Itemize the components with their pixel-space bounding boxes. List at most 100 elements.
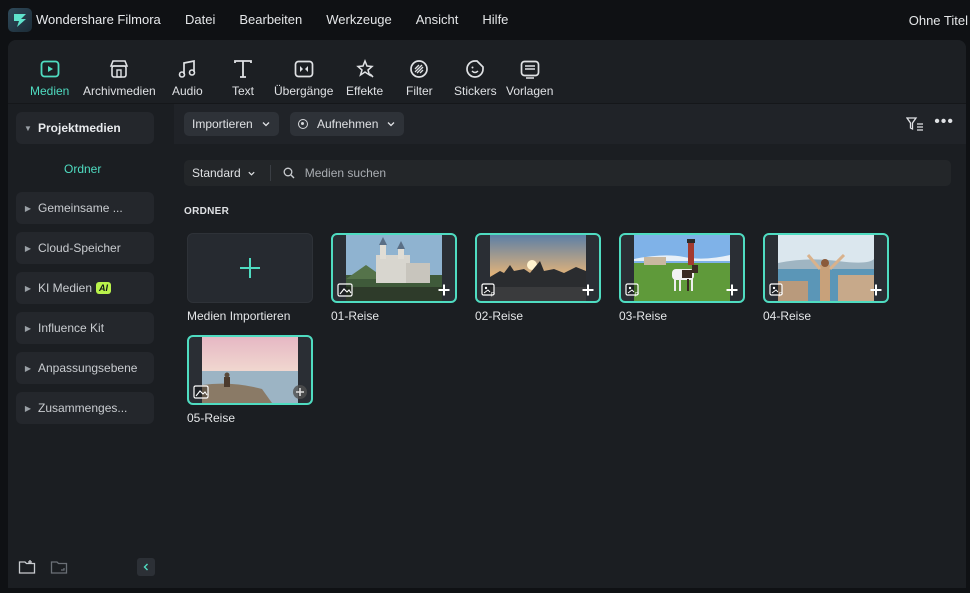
- media-thumbnail[interactable]: P: [475, 233, 601, 303]
- media-library: Importieren Aufnehmen ••• Standard ORDNE…: [174, 104, 966, 588]
- thumbnail-image: [346, 235, 442, 301]
- app-title: Wondershare Filmora: [36, 12, 161, 27]
- search-input[interactable]: [304, 166, 605, 180]
- svg-text:P: P: [491, 293, 495, 298]
- sidebar-item-anpassungsebene[interactable]: ▶ Anpassungsebene: [16, 352, 154, 384]
- text-icon: [232, 58, 254, 80]
- chevron-down-icon: [262, 122, 270, 127]
- menu-datei[interactable]: Datei: [185, 12, 215, 27]
- menu-bar: Datei Bearbeiten Werkzeuge Ansicht Hilfe: [185, 12, 532, 27]
- thumbnail-image: [634, 235, 730, 301]
- effects-icon: [354, 58, 376, 80]
- caret-right-icon: ▶: [24, 363, 32, 373]
- document-title[interactable]: Ohne Titel: [909, 13, 968, 28]
- move-folder-icon[interactable]: [50, 558, 68, 576]
- tile-label: 05-Reise: [187, 411, 236, 425]
- media-icon: [39, 58, 61, 80]
- media-thumbnail[interactable]: [187, 335, 313, 405]
- gif-image-icon: P: [625, 283, 639, 298]
- tab-medien[interactable]: Medien: [30, 58, 69, 98]
- media-toolbar: Medien Archivmedien Audio Text Übergänge: [8, 40, 966, 104]
- tile-label: 02-Reise: [475, 309, 524, 323]
- media-thumbnail[interactable]: [331, 233, 457, 303]
- sidebar-item-zusammengesetzt[interactable]: ▶ Zusammenges...: [16, 392, 154, 424]
- menu-hilfe[interactable]: Hilfe: [482, 12, 508, 27]
- media-tile[interactable]: P 02-Reise: [475, 233, 601, 323]
- add-icon[interactable]: [581, 283, 595, 297]
- tile-label: 03-Reise: [619, 309, 668, 323]
- filter-icon: [408, 58, 430, 80]
- template-icon: [519, 58, 541, 80]
- media-tile[interactable]: P 03-Reise: [619, 233, 745, 323]
- thumbnail-image: [490, 235, 586, 301]
- import-media-tile[interactable]: Medien Importieren: [187, 233, 313, 323]
- caret-right-icon: ▶: [24, 203, 32, 213]
- import-thumb[interactable]: [187, 233, 313, 303]
- menu-ansicht[interactable]: Ansicht: [416, 12, 459, 27]
- sidebar-item-projektmedien[interactable]: ▼ Projektmedien: [16, 112, 154, 144]
- filmora-logo-icon: [8, 8, 32, 32]
- sidebar: ▼ Projektmedien Ordner ▶ Gemeinsame ... …: [8, 104, 166, 588]
- tab-vorlagen[interactable]: Vorlagen: [506, 58, 553, 98]
- filter-sort-icon[interactable]: [906, 116, 924, 132]
- sticker-icon: [464, 58, 486, 80]
- image-type-icon: [337, 283, 353, 297]
- plus-icon: [240, 258, 260, 278]
- record-icon: [298, 119, 308, 129]
- image-type-icon: [193, 385, 209, 399]
- ai-badge: AI: [96, 282, 112, 294]
- store-icon: [108, 58, 130, 80]
- tile-label: 04-Reise: [763, 309, 812, 323]
- collapse-sidebar-button[interactable]: [137, 558, 155, 576]
- more-options-icon[interactable]: •••: [934, 114, 954, 130]
- tab-effekte[interactable]: Effekte: [346, 58, 383, 98]
- media-thumbnail[interactable]: P: [763, 233, 889, 303]
- tab-stickers[interactable]: Stickers: [454, 58, 497, 98]
- sidebar-item-gemeinsame[interactable]: ▶ Gemeinsame ...: [16, 192, 154, 224]
- title-bar: Wondershare Filmora Datei Bearbeiten Wer…: [0, 0, 970, 40]
- add-icon[interactable]: [869, 283, 883, 297]
- search-bar: Standard: [184, 160, 951, 186]
- chevron-down-icon: [387, 122, 395, 127]
- sidebar-item-ki-medien[interactable]: ▶ KI Medien AI: [16, 272, 154, 304]
- tab-text[interactable]: Text: [232, 58, 254, 98]
- caret-right-icon: ▶: [24, 283, 32, 293]
- new-folder-icon[interactable]: [18, 558, 36, 576]
- media-tile[interactable]: 01-Reise: [331, 233, 457, 323]
- record-dropdown-button[interactable]: Aufnehmen: [290, 112, 405, 136]
- media-thumbnail[interactable]: P: [619, 233, 745, 303]
- menu-werkzeuge[interactable]: Werkzeuge: [326, 12, 392, 27]
- sort-select[interactable]: Standard: [192, 166, 256, 180]
- tab-archivmedien[interactable]: Archivmedien: [83, 58, 156, 98]
- gif-image-icon: P: [481, 283, 495, 298]
- main-window: Medien Archivmedien Audio Text Übergänge: [8, 40, 966, 588]
- caret-right-icon: ▶: [24, 403, 32, 413]
- add-icon[interactable]: [725, 283, 739, 297]
- sidebar-item-cloud-speicher[interactable]: ▶ Cloud-Speicher: [16, 232, 154, 264]
- library-toolbar: Importieren Aufnehmen •••: [174, 104, 966, 144]
- tab-uebergaenge[interactable]: Übergänge: [274, 58, 333, 98]
- import-dropdown-button[interactable]: Importieren: [184, 112, 279, 136]
- svg-text:P: P: [635, 293, 639, 298]
- sidebar-bottom-actions: [18, 558, 82, 576]
- tile-label: 01-Reise: [331, 309, 380, 323]
- menu-bearbeiten[interactable]: Bearbeiten: [239, 12, 302, 27]
- media-tile[interactable]: P 04-Reise: [763, 233, 889, 323]
- caret-right-icon: ▶: [24, 243, 32, 253]
- divider: [269, 165, 271, 181]
- search-icon: [283, 167, 295, 179]
- tab-filter[interactable]: Filter: [406, 58, 433, 98]
- sidebar-item-influence-kit[interactable]: ▶ Influence Kit: [16, 312, 154, 344]
- svg-text:P: P: [779, 293, 783, 298]
- thumbnail-image: [202, 337, 298, 403]
- add-icon[interactable]: [293, 385, 307, 399]
- add-icon[interactable]: [437, 283, 451, 297]
- music-note-icon: [176, 58, 198, 80]
- chevron-down-icon: [248, 171, 255, 176]
- transition-icon: [293, 58, 315, 80]
- section-title: ORDNER: [184, 206, 230, 217]
- media-tile[interactable]: 05-Reise: [187, 335, 313, 425]
- tab-audio[interactable]: Audio: [172, 58, 203, 98]
- gif-image-icon: P: [769, 283, 783, 298]
- sidebar-subfolder-ordner[interactable]: Ordner: [64, 162, 101, 176]
